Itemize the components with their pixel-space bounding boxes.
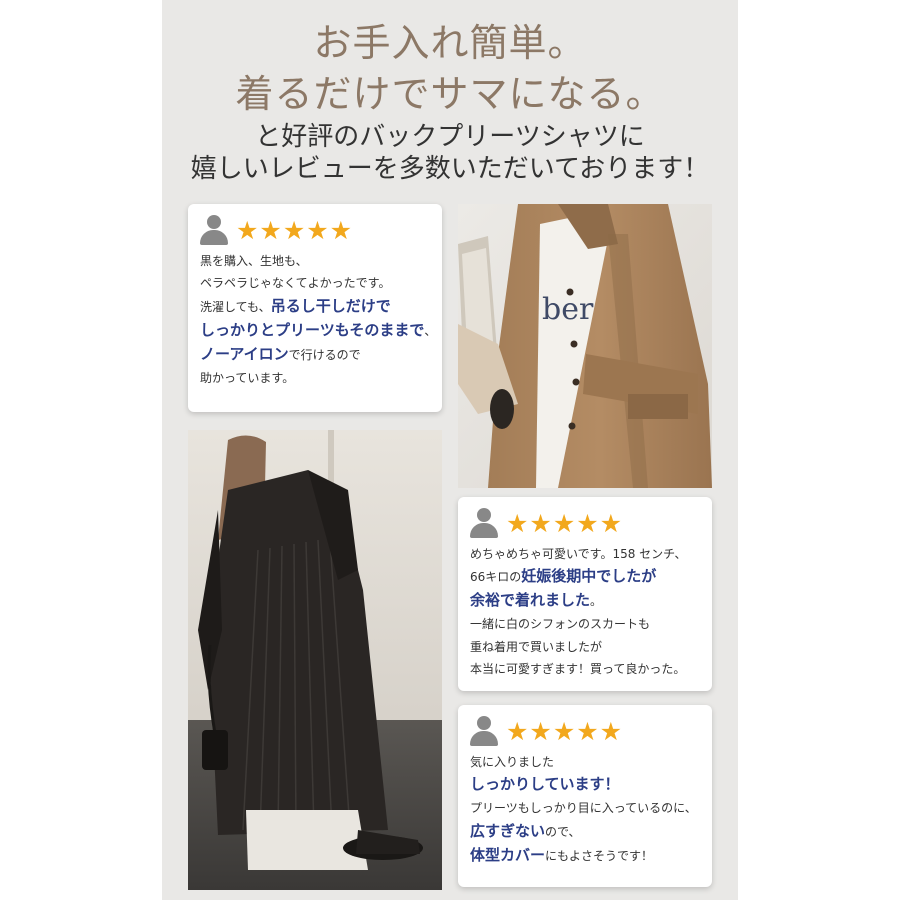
star-rating: ★★★★★ [236,215,354,245]
tshirt-print-text: ber [542,292,594,327]
review-text: 助かっています。 [200,370,295,385]
review-text: 気に入りました [470,755,555,769]
headline-line-1: お手入れ簡単。 [313,21,587,65]
model-front-illustration: ber [458,204,712,488]
user-icon [470,508,498,538]
review-text: 一緒に白のシフォンのスカートも [470,617,651,632]
review-text-highlight: 体型カバー [470,845,546,864]
product-photo-back [188,430,442,890]
review-text: しっかりしています！ [470,775,700,793]
review-text-highlight: 広すぎない [470,821,546,840]
review-text-plain: で行けるので [288,347,361,362]
review-text: めちゃめちゃ可愛いです。158 センチ、 [470,547,687,561]
product-photo-front: ber [458,204,712,488]
review-text: しっかりとプリーツもそのままで、 [200,320,436,339]
review-card-2: ★★★★★ めちゃめちゃ可愛いです。158 センチ、 66キロの妊娠後期中でした… [458,497,712,691]
review-text: 66キロの妊娠後期中でしたが [470,567,700,585]
review-text-highlight: しっかりしています！ [470,775,620,794]
review-text-highlight: 吊るし干しだけで [270,296,391,315]
headline-line-4: 嬉しいレビューを多数いただいております！ [190,154,710,184]
review-text: ペラペラじゃなくてよかったです。 [200,276,391,291]
review-text: ノーアイロンで行けるので [200,345,430,363]
review-text-highlight: 余裕で着れました [470,591,591,610]
review-text-highlight: しっかりとプリーツもそのままで [200,320,425,339]
user-icon [470,716,498,746]
review-text: 黒を購入、生地も、 [200,254,308,268]
user-icon [200,215,228,245]
review-text-plain: 、 [424,323,437,338]
review-text-plain: 66キロの [470,570,522,585]
headline-line-2: 着るだけでサマになる。 [235,72,665,116]
review-text: 洗濯しても、吊るし干しだけで [200,297,430,315]
review-text-plain: ので、 [545,824,581,839]
star-rating: ★★★★★ [506,508,624,538]
review-text: 本当に可愛すぎます！買って良かった。 [470,662,686,677]
star-rating: ★★★★★ [506,716,624,746]
review-text-highlight: ノーアイロン [200,344,289,363]
review-card-1: ★★★★★ 黒を購入、生地も、 ペラペラじゃなくてよかったです。 洗濯しても、吊… [188,204,442,412]
review-text: 余裕で着れました。 [470,591,700,609]
review-text: 体型カバーにもよさそうです！ [470,846,700,864]
review-text-plain: 洗濯しても、 [200,299,271,314]
review-card-3: ★★★★★ 気に入りました しっかりしています！ プリーツもしっかり目に入ってい… [458,705,712,887]
review-text: 広すぎないので、 [470,822,700,840]
model-back-illustration [188,430,442,890]
review-text-plain: 。 [590,594,603,609]
review-text-plain: にもよさそうです！ [545,848,654,863]
review-text: プリーツもしっかり目に入っているのに、 [470,801,697,816]
review-text: 重ね着用で買いましたが [470,639,603,654]
review-text-highlight: 妊娠後期中でしたが [521,567,657,586]
